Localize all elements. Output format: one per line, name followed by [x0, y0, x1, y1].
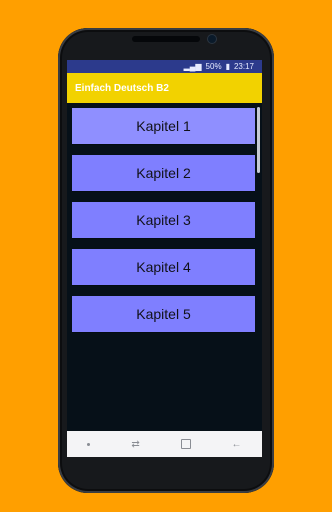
status-bar: ▂▄▆ 50% ▮ 23:17	[67, 60, 262, 73]
back-icon[interactable]: ←	[232, 439, 242, 450]
screen: ▂▄▆ 50% ▮ 23:17 Einfach Deutsch B2 Kapit…	[67, 60, 262, 457]
scrollbar[interactable]	[257, 107, 260, 173]
clock: 23:17	[233, 62, 254, 71]
chapter-5-button[interactable]: Kapitel 5	[72, 296, 255, 332]
battery-level: 50%	[205, 62, 222, 71]
front-camera	[208, 35, 216, 43]
chapter-2-button[interactable]: Kapitel 2	[72, 155, 255, 191]
indicator-dot-icon	[87, 442, 91, 446]
chapter-list: Kapitel 1 Kapitel 2 Kapitel 3 Kapitel 4 …	[67, 103, 262, 413]
chapter-1-button[interactable]: Kapitel 1	[72, 108, 255, 144]
app-title: Einfach Deutsch B2	[75, 82, 169, 94]
navigation-bar: ⇄ ←	[67, 431, 262, 457]
chapter-3-button[interactable]: Kapitel 3	[72, 202, 255, 238]
app-bar: Einfach Deutsch B2	[67, 73, 262, 103]
recent-apps-icon[interactable]: ⇄	[131, 439, 139, 450]
battery-icon: ▮	[225, 62, 230, 71]
speaker-grille	[132, 36, 200, 42]
chapter-4-button[interactable]: Kapitel 4	[72, 249, 255, 285]
signal-icon: ▂▄▆	[183, 62, 202, 71]
home-icon[interactable]	[180, 439, 191, 449]
